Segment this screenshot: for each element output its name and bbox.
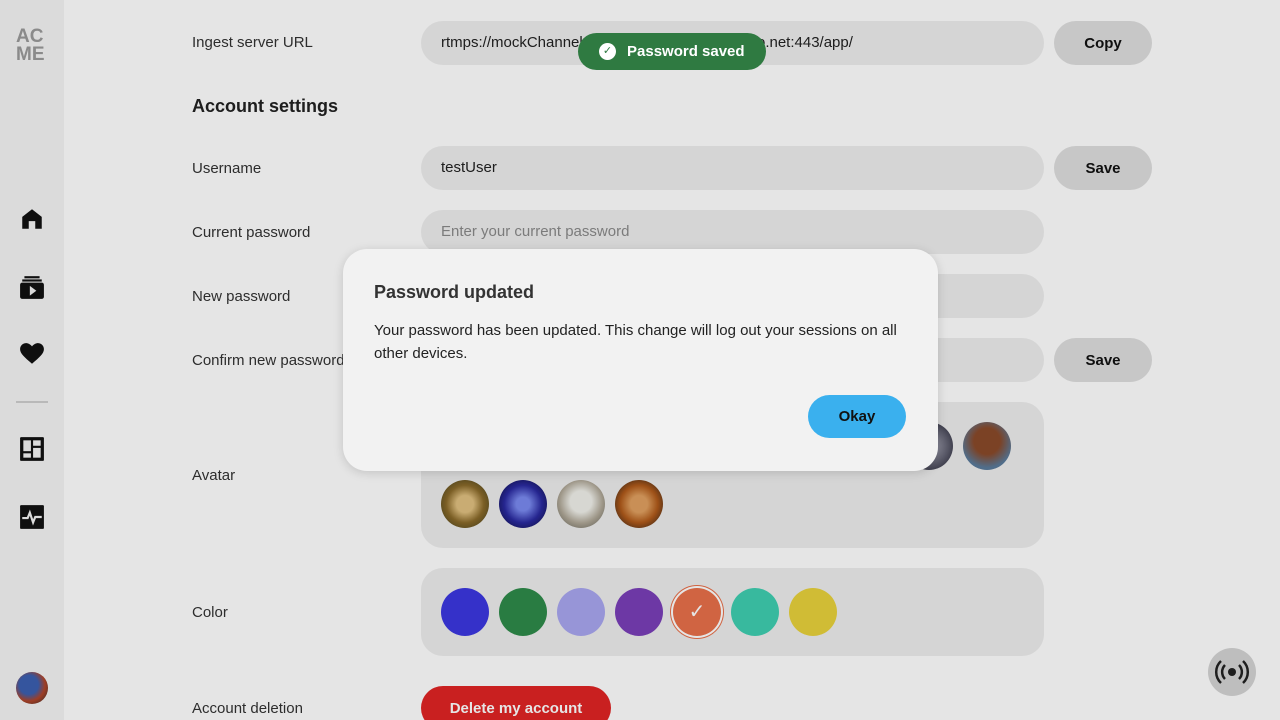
okay-button[interactable]: Okay [808, 395, 906, 438]
dialog-message: Your password has been updated. This cha… [374, 322, 897, 362]
toast-text: Password saved [627, 43, 745, 60]
password-updated-dialog: Password updated Your password has been … [343, 249, 938, 471]
check-circle-icon: ✓ [599, 43, 616, 60]
password-saved-toast: ✓ Password saved [578, 33, 766, 70]
dialog-title: Password updated [374, 282, 535, 302]
